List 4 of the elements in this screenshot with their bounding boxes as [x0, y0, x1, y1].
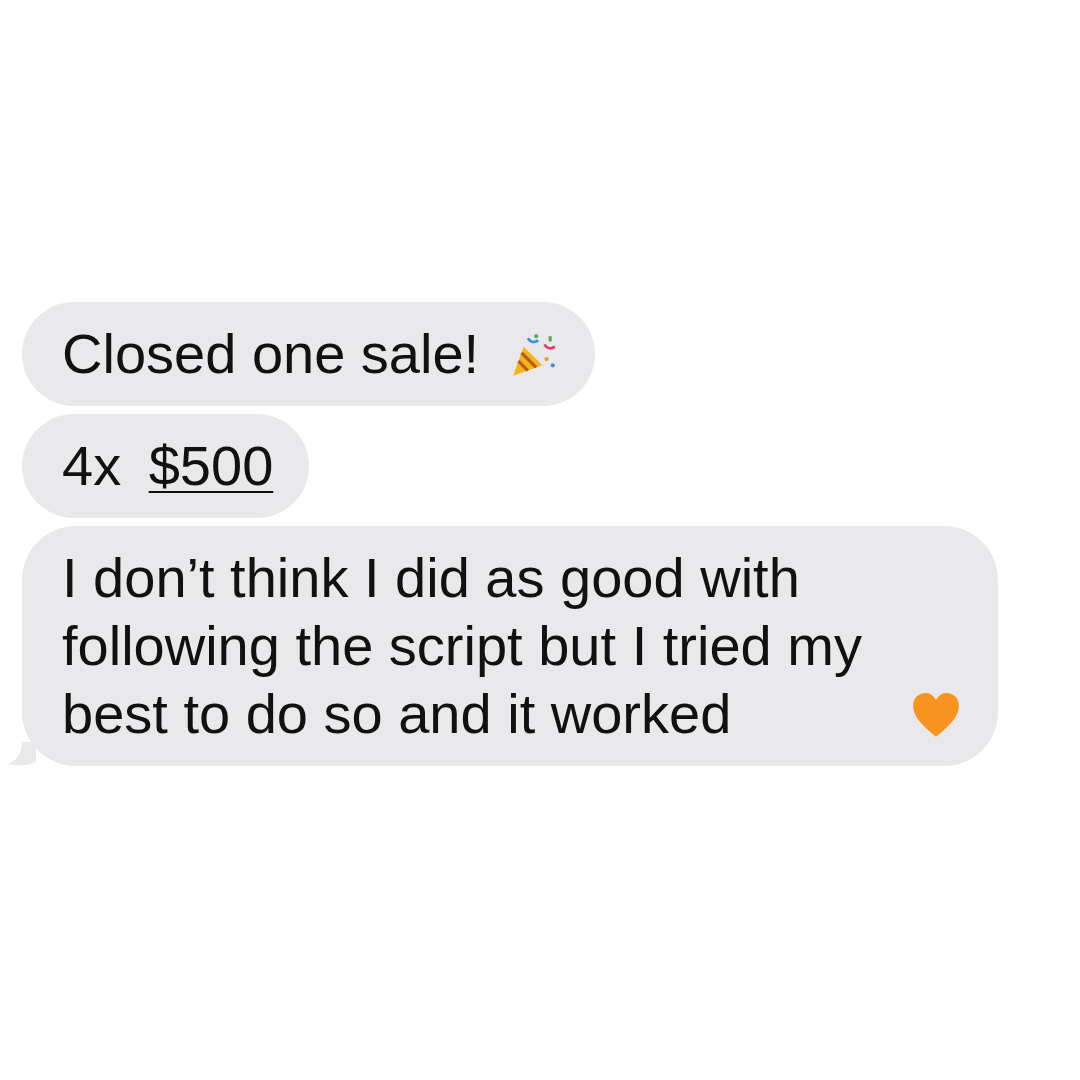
message-text: 4x	[62, 433, 123, 499]
amount-link[interactable]: $500	[148, 432, 274, 500]
message-text: I don’t think I did as good with following the script but I tried my best to do so and it worked	[62, 545, 863, 747]
message-text: Closed one sale!	[62, 321, 481, 387]
